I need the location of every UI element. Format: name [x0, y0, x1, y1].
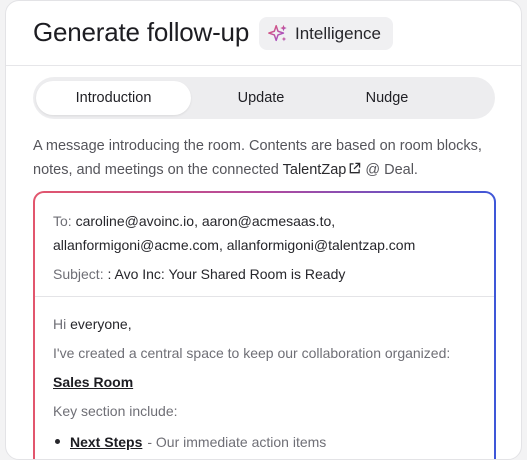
list-item: Next Steps - Our immediate action items [53, 427, 478, 456]
email-preview-card: To: caroline@avoinc.io, aaron@acmesaas.t… [33, 191, 496, 459]
sections-heading: Key section include: [53, 403, 178, 419]
page-title: Generate follow-up [33, 17, 250, 47]
subject-label: Subject: [53, 266, 104, 282]
sales-room-link[interactable]: Sales Room [53, 374, 133, 390]
greeting-name: everyone, [70, 316, 132, 332]
sales-room-line: Sales Room [53, 369, 478, 398]
tab-update[interactable]: Update [191, 81, 331, 115]
external-link-icon [348, 159, 361, 174]
description-suffix: @ Deal. [361, 162, 418, 178]
subject-line: Subject: : Avo Inc: Your Shared Room is … [53, 262, 478, 286]
greeting-word: Hi [53, 316, 67, 332]
follow-up-tabs: Introduction Update Nudge [33, 77, 495, 119]
to-label: To: [53, 213, 72, 229]
next-steps-link[interactable]: Next Steps [70, 429, 142, 455]
header-divider [35, 296, 494, 297]
email-headers: To: caroline@avoinc.io, aaron@acmesaas.t… [53, 209, 478, 286]
template-description: A message introducing the room. Contents… [33, 134, 503, 182]
email-preview-content[interactable]: To: caroline@avoinc.io, aaron@acmesaas.t… [35, 193, 494, 459]
sparkle-icon [267, 23, 289, 45]
tab-nudge[interactable]: Nudge [331, 81, 443, 115]
follow-up-panel: Generate follow-up Intelligence Introduc… [5, 0, 522, 460]
intelligence-badge[interactable]: Intelligence [259, 17, 394, 50]
bullet-icon [55, 439, 60, 444]
panel-header: Generate follow-up Intelligence [6, 1, 521, 66]
subject-value: : Avo Inc: Your Shared Room is Ready [107, 266, 346, 282]
email-body: Hi everyone, I've created a central spac… [53, 311, 478, 456]
talentzap-link-label: TalentZap [282, 162, 347, 178]
greeting: Hi everyone, [53, 311, 478, 340]
recipients-line-1: To: caroline@avoinc.io, aaron@acmesaas.t… [53, 209, 478, 233]
to-recipients-1: caroline@avoinc.io, aaron@acmesaas.to, [75, 213, 336, 229]
next-steps-desc: - Our immediate action items [147, 433, 327, 450]
to-recipients-2: allanformigoni@acme.com, allanformigoni@… [53, 237, 416, 253]
intro-text: I've created a central space to keep our… [53, 345, 451, 361]
intelligence-label: Intelligence [295, 23, 382, 43]
talentzap-link[interactable]: TalentZap [283, 162, 362, 178]
tab-introduction[interactable]: Introduction [36, 81, 191, 115]
